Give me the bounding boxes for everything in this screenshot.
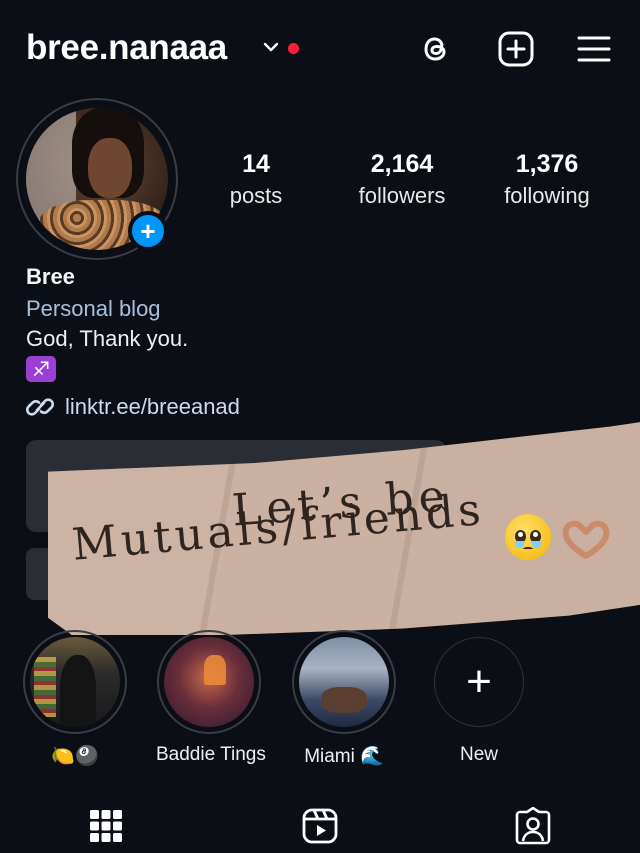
create-post-icon[interactable] [496, 29, 536, 69]
highlight-label: Miami 🌊 [304, 746, 384, 767]
posts-count: 14 [242, 150, 270, 178]
profile-category: Personal blog [26, 296, 161, 321]
new-highlight-button[interactable]: + New [426, 630, 532, 766]
highlight-label: Baddie Tings [156, 744, 266, 765]
pleading-face-icon [505, 514, 551, 560]
plus-icon: + [434, 637, 524, 727]
threads-icon[interactable] [416, 29, 456, 69]
profile-link[interactable]: linktr.ee/breeanad [65, 394, 240, 420]
following-label: following [504, 183, 590, 208]
chevron-down-icon[interactable] [262, 40, 280, 54]
highlight-lemon[interactable]: 🍋🎱 [22, 630, 128, 768]
followers-label: followers [358, 183, 446, 208]
add-story-button[interactable]: + [128, 211, 168, 251]
stat-followers[interactable]: 2,164 followers [346, 150, 458, 209]
highlight-baddie-tings[interactable]: Baddie Tings [156, 630, 266, 766]
sagittarius-icon: ♐ [26, 356, 56, 382]
posts-label: posts [229, 183, 283, 208]
profile-name: Bree [26, 264, 75, 289]
highlight-label: 🍋🎱 [51, 746, 99, 767]
highlight-label: New [459, 744, 498, 765]
menu-icon[interactable] [574, 29, 614, 69]
tagged-icon[interactable] [513, 806, 553, 846]
followers-count: 2,164 [370, 150, 434, 178]
following-count: 1,376 [515, 150, 579, 178]
link-icon [26, 398, 55, 416]
profile-bio: God, Thank you. [26, 326, 189, 351]
heart-hands-icon [562, 520, 610, 559]
reels-icon[interactable] [300, 806, 340, 846]
stat-following[interactable]: 1,376 following [492, 150, 602, 209]
grid-icon[interactable] [86, 806, 126, 846]
profile-username[interactable]: bree.nanaaa [26, 28, 227, 68]
highlight-miami[interactable]: Miami 🌊 [291, 630, 397, 768]
notification-dot [288, 43, 299, 54]
stat-posts[interactable]: 14 posts [216, 150, 296, 209]
